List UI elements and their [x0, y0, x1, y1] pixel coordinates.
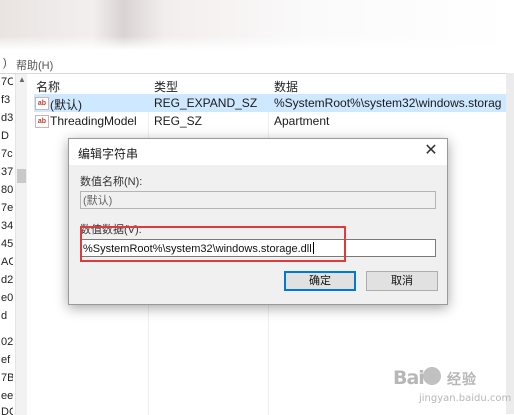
tree-item[interactable]: d2	[1, 274, 13, 286]
watermark-name: 经验	[447, 372, 477, 388]
value-data-label: 数值数据(V):	[80, 224, 142, 236]
value-type: REG_EXPAND_SZ	[154, 96, 258, 110]
paw-icon	[423, 367, 441, 385]
tree-item[interactable]: 02	[1, 336, 13, 348]
value-name-label: 数值名称(N):	[80, 176, 143, 188]
tree-item[interactable]: ee	[1, 390, 13, 402]
tree-item[interactable]: d	[1, 310, 13, 322]
tree-item[interactable]: e0	[1, 292, 13, 304]
menu-fragment: )	[3, 57, 7, 69]
value-data: %SystemRoot%\system32\windows.storag	[274, 96, 502, 110]
tree-item[interactable]: 7c	[1, 148, 13, 160]
column-header-name[interactable]: 名称	[36, 78, 60, 95]
photo-background	[0, 0, 514, 50]
scrollbar-thumb[interactable]	[17, 169, 26, 183]
value-name-field: (默认)	[80, 191, 436, 209]
tree-item[interactable]: d3	[1, 112, 13, 124]
column-header-type[interactable]: 类型	[154, 78, 178, 95]
tree-item[interactable]: D	[1, 130, 13, 142]
close-icon[interactable]: ✕	[423, 142, 439, 160]
menu-help[interactable]: 帮助(H)	[16, 57, 53, 73]
table-row[interactable]: ab ThreadingModel REG_SZ Apartment	[28, 112, 506, 130]
tree-item[interactable]: 7B	[1, 372, 13, 384]
string-value-icon: ab	[35, 115, 49, 128]
list-header: 名称 类型 数据	[28, 74, 506, 94]
watermark-url: jingyan.baidu.com	[419, 393, 512, 404]
tree-item[interactable]: 7e	[1, 202, 13, 214]
tree-item[interactable]: AC	[1, 256, 13, 268]
tree-item[interactable]: 7C	[1, 76, 13, 88]
right-edge-scrollbar[interactable]	[506, 73, 514, 414]
tree-item[interactable]: 37	[1, 166, 13, 178]
value-type: REG_SZ	[154, 114, 203, 128]
table-row[interactable]: ab (默认) REG_EXPAND_SZ %SystemRoot%\syste…	[28, 94, 506, 112]
watermark-logo: Bai	[393, 367, 425, 389]
baidu-jingyan-watermark: Bai 经验 jingyan.baidu.com	[393, 365, 512, 409]
tree-item[interactable]: ef	[1, 354, 13, 366]
value-name: (默认)	[50, 98, 82, 112]
tree-item[interactable]: 80	[1, 184, 13, 196]
tree-scrollbar[interactable]: ▲	[15, 74, 27, 415]
edit-string-dialog: 编辑字符串 ✕ 数值名称(N): (默认) 数值数据(V): %SystemRo…	[68, 138, 448, 305]
tree-item[interactable]: f3	[1, 94, 13, 106]
value-data: Apartment	[274, 114, 330, 128]
tree-item[interactable]: 45	[1, 238, 13, 250]
string-value-icon: ab	[35, 97, 49, 110]
value-data-input[interactable]: %SystemRoot%\system32\windows.storage.dl…	[80, 239, 436, 257]
value-data-text: %SystemRoot%\system32\windows.storage.dl…	[83, 243, 312, 255]
menu-bar: ) 帮助(H)	[0, 56, 514, 72]
scroll-up-icon[interactable]: ▲	[18, 75, 26, 84]
cancel-button[interactable]: 取消	[366, 271, 438, 291]
dialog-title-bar[interactable]: 编辑字符串 ✕	[69, 139, 447, 165]
tree-item[interactable]: 34	[1, 220, 13, 232]
dialog-title: 编辑字符串	[78, 147, 139, 161]
column-header-data[interactable]: 数据	[274, 78, 298, 95]
ok-button[interactable]: 确定	[284, 271, 356, 291]
value-name: ThreadingModel	[50, 114, 137, 128]
text-caret	[312, 242, 314, 254]
key-tree-pane: 7C f3 d3 D 7c 37 80 7e 34 45 AC d2 e0 d …	[0, 74, 13, 415]
